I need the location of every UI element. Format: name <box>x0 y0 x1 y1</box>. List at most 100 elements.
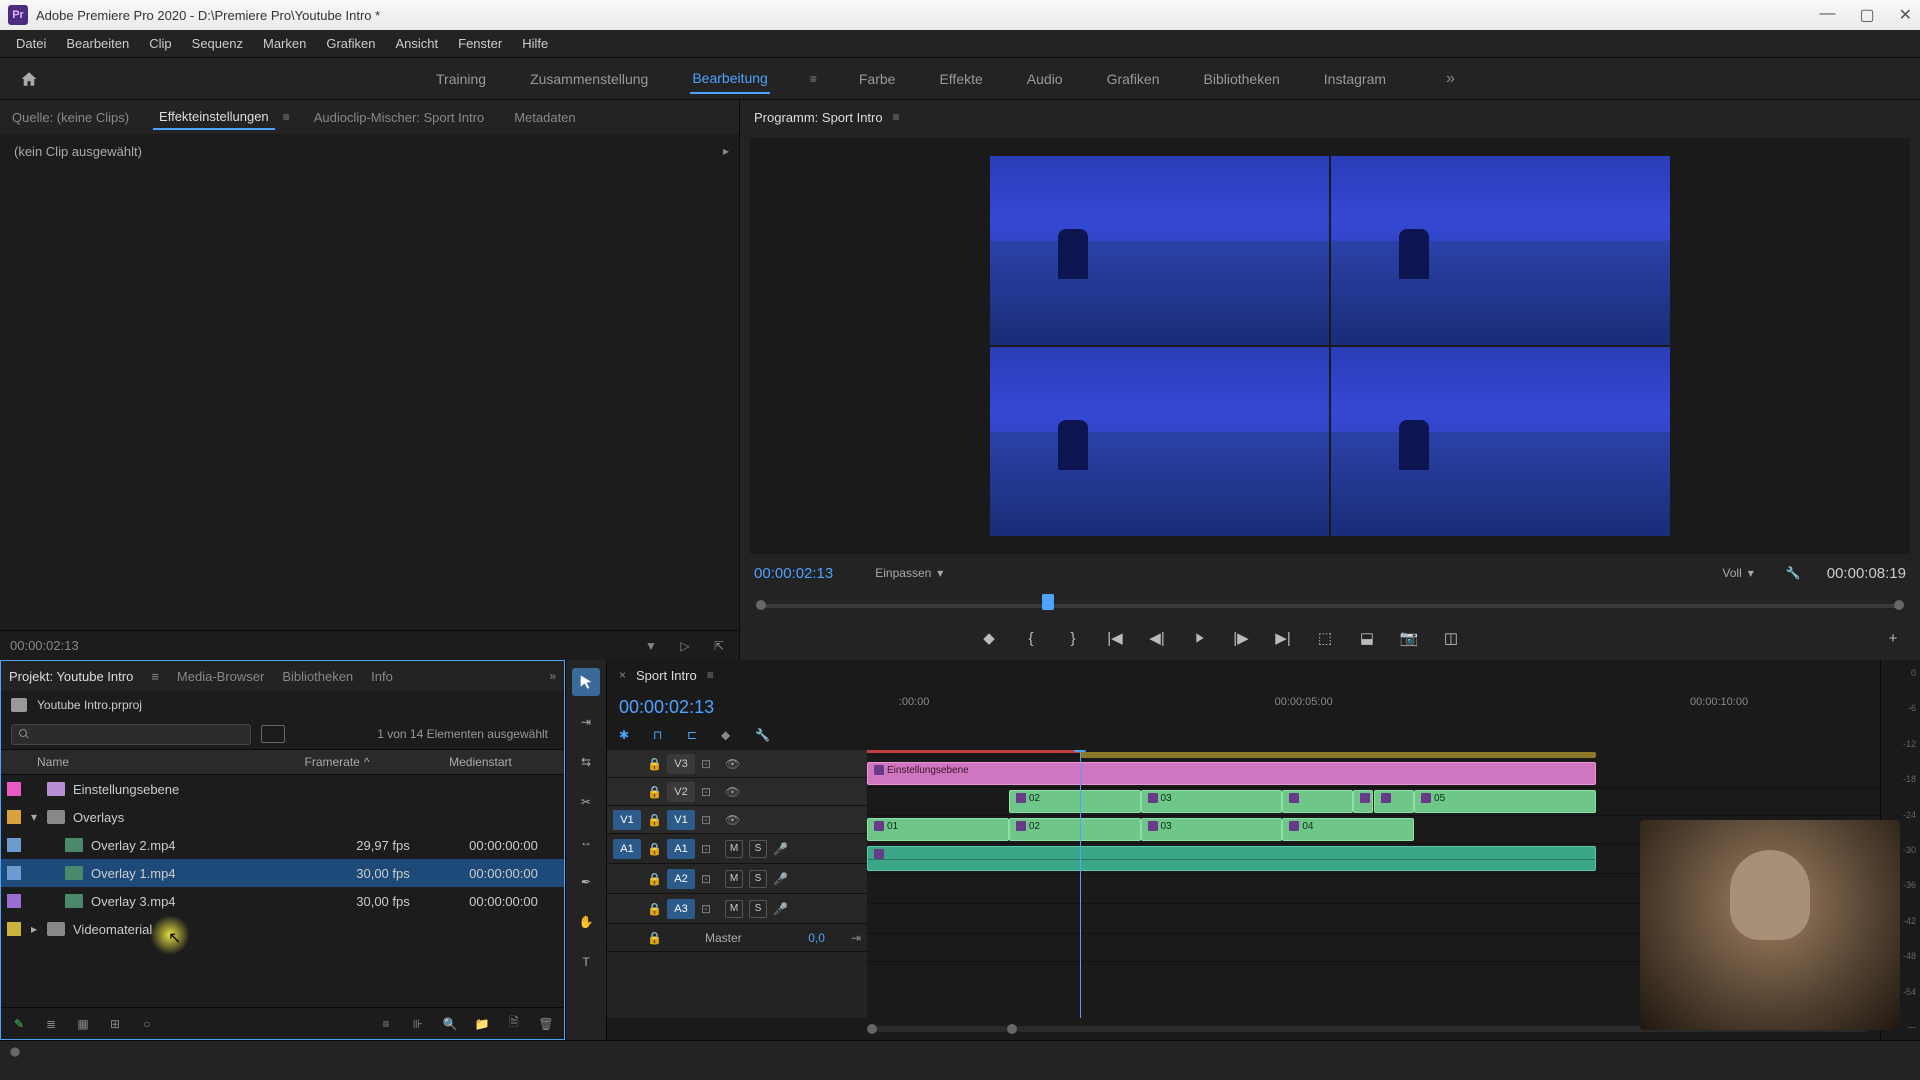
clip[interactable] <box>1353 790 1373 813</box>
slip-tool-icon[interactable]: ↔ <box>572 828 600 856</box>
label-color-chip[interactable] <box>7 838 21 852</box>
menu-sequenz[interactable]: Sequenz <box>184 32 251 55</box>
voiceover-icon[interactable]: 🎤 <box>773 902 791 916</box>
mute-button[interactable]: M <box>725 840 743 858</box>
disclosure-icon[interactable]: ▾ <box>31 810 45 824</box>
step-forward-icon[interactable]: |▶ <box>1228 625 1254 651</box>
mute-button[interactable]: M <box>725 900 743 918</box>
workspace-tab-effekte[interactable]: Effekte <box>937 65 984 93</box>
project-tab-menu-icon[interactable]: ≡ <box>151 669 159 684</box>
zoom-handle-right[interactable] <box>1007 1024 1017 1034</box>
play-only-icon[interactable]: ▷ <box>675 636 695 656</box>
close-button[interactable]: ✕ <box>1899 5 1912 25</box>
nest-toggle-icon[interactable]: ✱ <box>619 728 637 746</box>
source-tab-1[interactable]: Effekteinstellungen <box>153 105 275 130</box>
workspace-tab-grafiken[interactable]: Grafiken <box>1105 65 1162 93</box>
source-patch[interactable]: V1 <box>613 810 641 830</box>
label-color-chip[interactable] <box>7 810 21 824</box>
program-timecode-current[interactable]: 00:00:02:13 <box>754 565 833 582</box>
clip[interactable]: 03 <box>1141 790 1283 813</box>
project-row[interactable]: Einstellungsebene <box>1 775 564 803</box>
clip[interactable] <box>1374 790 1415 813</box>
label-color-chip[interactable] <box>7 866 21 880</box>
selection-tool-icon[interactable] <box>572 668 600 696</box>
automate-icon[interactable]: ⊪ <box>408 1014 428 1034</box>
label-color-chip[interactable] <box>7 782 21 796</box>
lift-icon[interactable]: ⬚ <box>1312 625 1338 651</box>
search-input-wrap[interactable] <box>11 724 251 745</box>
solo-button[interactable]: S <box>749 900 767 918</box>
source-patch[interactable] <box>613 869 641 889</box>
close-sequence-icon[interactable]: × <box>619 668 626 682</box>
workspace-tab-audio[interactable]: Audio <box>1025 65 1065 93</box>
sync-lock-icon[interactable]: ⊡ <box>701 785 719 799</box>
target-patch[interactable]: V2 <box>667 782 695 802</box>
toggle-output-icon[interactable]: 👁 <box>725 813 743 827</box>
clip[interactable] <box>1282 790 1353 813</box>
menu-bearbeiten[interactable]: Bearbeiten <box>58 32 137 55</box>
expand-icon[interactable]: ⇥ <box>851 931 861 945</box>
clip[interactable]: 02 <box>1009 818 1141 841</box>
menu-ansicht[interactable]: Ansicht <box>387 32 446 55</box>
clip[interactable]: 02 <box>1009 790 1141 813</box>
write-icon[interactable]: ✎ <box>9 1014 29 1034</box>
voiceover-icon[interactable]: 🎤 <box>773 872 791 886</box>
zoom-handle-left[interactable] <box>867 1024 877 1034</box>
workspace-tab-zusammenstellung[interactable]: Zusammenstellung <box>528 65 650 93</box>
project-row[interactable]: Overlay 1.mp430,00 fps00:00:00:00 <box>1 859 564 887</box>
target-patch[interactable]: V1 <box>667 810 695 830</box>
lock-icon[interactable]: 🔒 <box>647 902 661 916</box>
workspace-tab-bibliotheken[interactable]: Bibliotheken <box>1202 65 1282 93</box>
comparison-view-icon[interactable]: ◫ <box>1438 625 1464 651</box>
program-tab[interactable]: Programm: Sport Intro <box>754 110 883 125</box>
source-patch[interactable]: A1 <box>613 839 641 859</box>
find-icon[interactable]: 🔍 <box>440 1014 460 1034</box>
workspace-menu-icon[interactable]: ≡ <box>810 72 817 86</box>
program-scrubber[interactable] <box>754 592 1906 616</box>
label-color-chip[interactable] <box>7 922 21 936</box>
workspace-overflow-icon[interactable]: » <box>1446 70 1455 88</box>
list-view-icon[interactable]: ≣ <box>41 1014 61 1034</box>
linked-selection-icon[interactable]: ⊏ <box>687 728 705 746</box>
icon-view-icon[interactable]: ▦ <box>73 1014 93 1034</box>
scrub-handle-right[interactable] <box>1894 600 1904 610</box>
solo-button[interactable]: S <box>749 840 767 858</box>
clip[interactable]: 03 <box>1141 818 1283 841</box>
source-patch[interactable] <box>613 782 641 802</box>
sync-lock-icon[interactable]: ⊡ <box>701 842 719 856</box>
project-row[interactable]: ▸Videomaterial <box>1 915 564 943</box>
mark-out-icon[interactable]: } <box>1060 625 1086 651</box>
project-tab-0[interactable]: Projekt: Youtube Intro <box>9 669 133 684</box>
target-patch[interactable]: V3 <box>667 754 695 774</box>
sync-lock-icon[interactable]: ⊡ <box>701 813 719 827</box>
lock-icon[interactable]: 🔒 <box>647 931 661 945</box>
flyout-icon[interactable]: ▸ <box>723 144 729 158</box>
sequence-name[interactable]: Sport Intro <box>636 668 697 683</box>
lock-icon[interactable]: 🔒 <box>647 785 661 799</box>
source-patch[interactable] <box>613 754 641 774</box>
minimize-button[interactable]: — <box>1819 5 1835 25</box>
workspace-tab-instagram[interactable]: Instagram <box>1322 65 1388 93</box>
target-patch[interactable]: A2 <box>667 869 695 889</box>
program-monitor[interactable] <box>750 138 1910 554</box>
step-back-icon[interactable]: ◀| <box>1144 625 1170 651</box>
target-patch[interactable]: A1 <box>667 839 695 859</box>
scrub-handle-left[interactable] <box>756 600 766 610</box>
timeline-menu-icon[interactable]: ≡ <box>707 668 714 682</box>
source-tab-menu-icon[interactable]: ≡ <box>283 110 290 124</box>
project-tab-2[interactable]: Bibliotheken <box>282 669 353 684</box>
sync-lock-icon[interactable]: ⊡ <box>701 872 719 886</box>
maximize-button[interactable]: ▢ <box>1859 5 1874 25</box>
track-lane[interactable]: Einstellungsebene <box>867 760 1880 788</box>
export-frame-icon[interactable]: ⇱ <box>709 636 729 656</box>
mute-button[interactable]: M <box>725 870 743 888</box>
thumbnail-toggle-icon[interactable] <box>261 725 285 743</box>
clip[interactable]: 05 <box>1414 790 1596 813</box>
track-select-tool-icon[interactable]: ⇥ <box>572 708 600 736</box>
timeline-timecode[interactable]: 00:00:02:13 <box>619 697 879 718</box>
zoom-fit-dropdown[interactable]: Einpassen▾ <box>875 566 943 580</box>
marker-icon[interactable]: ◆ <box>721 728 739 746</box>
new-item-icon[interactable]: 🗎 <box>504 1014 524 1034</box>
voiceover-icon[interactable]: 🎤 <box>773 842 791 856</box>
menu-hilfe[interactable]: Hilfe <box>514 32 556 55</box>
